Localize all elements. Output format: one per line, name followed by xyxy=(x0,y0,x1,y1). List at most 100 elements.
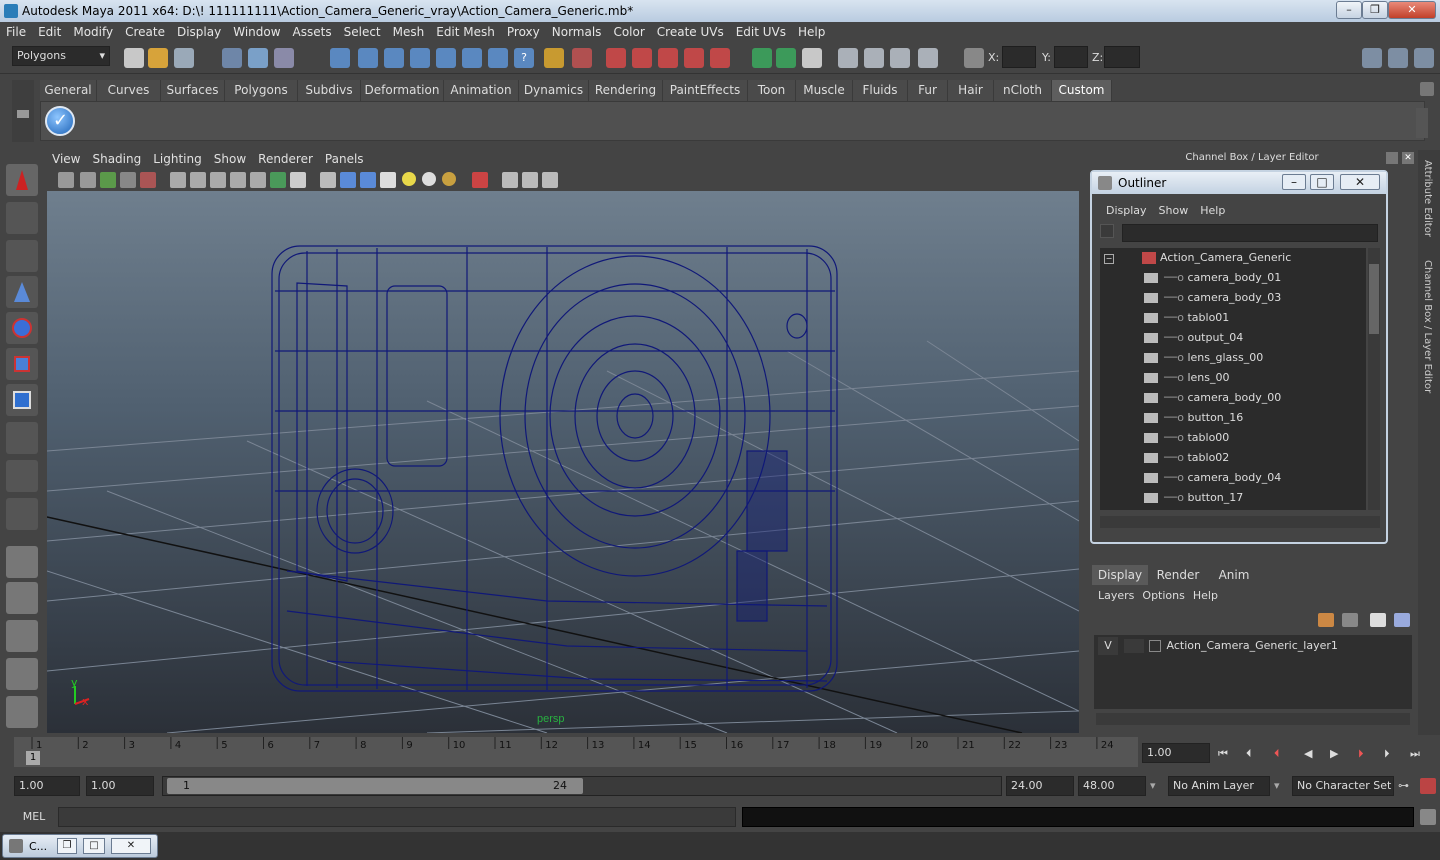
collapse-icon[interactable]: − xyxy=(1104,254,1114,264)
perspective-viewport[interactable]: persp y x xyxy=(47,191,1079,733)
shelf-tab-general[interactable]: General xyxy=(40,80,97,101)
outliner-menu-display[interactable]: Display xyxy=(1100,204,1153,217)
viewport-menu-shading[interactable]: Shading xyxy=(86,150,147,169)
show-tool-settings-icon[interactable] xyxy=(890,48,910,68)
current-time-field[interactable]: 1.00 xyxy=(1142,743,1210,763)
render-frame-icon[interactable] xyxy=(632,48,652,68)
default-light-icon[interactable] xyxy=(402,172,416,186)
outliner-close-button[interactable]: ✕ xyxy=(1340,174,1380,190)
time-slider[interactable]: 1 2 3 4 5 6 7 8 9 10 11 12 13 14 15 16 17 18 19 20 21 22 23 24 … xyxy=(0,737,1440,769)
shelf-tab-hair[interactable]: Hair xyxy=(948,80,994,101)
range-slider[interactable]: 1 24 xyxy=(162,776,1002,796)
end-time-field[interactable]: 48.00 xyxy=(1078,776,1146,796)
outliner-item[interactable]: ──o output_04 xyxy=(1144,328,1243,348)
outliner-root-row[interactable]: − Action_Camera_Generic xyxy=(1104,248,1291,268)
minimized-window[interactable]: C... ❐ □ ✕ xyxy=(2,834,158,858)
character-set-selector[interactable]: No Character Set xyxy=(1292,776,1394,796)
shelf-tab-surfaces[interactable]: Surfaces xyxy=(161,80,225,101)
last-tool-icon[interactable] xyxy=(6,498,38,530)
layer-color-swatch[interactable] xyxy=(1149,640,1161,652)
persp-graph-layout-icon[interactable] xyxy=(6,658,38,690)
camera-wireframe-model[interactable] xyxy=(271,245,838,692)
outliner-menu-help[interactable]: Help xyxy=(1194,204,1231,217)
key-icon[interactable]: ⊶ xyxy=(1398,779,1414,793)
step-forward-key-icon[interactable]: ⏵ xyxy=(1358,747,1364,761)
shelf-tab-curves[interactable]: Curves xyxy=(97,80,161,101)
close-icon[interactable]: ✕ xyxy=(111,838,151,854)
viewport-menu-panels[interactable]: Panels xyxy=(319,150,370,169)
outliner-item[interactable]: ──o camera_body_00 xyxy=(1144,388,1281,408)
viewport-menu-renderer[interactable]: Renderer xyxy=(252,150,319,169)
shelf-tab-fur[interactable]: Fur xyxy=(908,80,948,101)
show-layers-icon[interactable] xyxy=(918,48,938,68)
animation-prefs-icon[interactable] xyxy=(1420,778,1436,794)
mel-label[interactable]: MEL xyxy=(14,807,54,827)
menu-edit-mesh[interactable]: Edit Mesh xyxy=(430,22,501,42)
go-to-start-icon[interactable]: ⏮ xyxy=(1218,747,1228,761)
outliner-item[interactable]: ──o camera_body_04 xyxy=(1144,468,1281,488)
shelf-tab-subdivs[interactable]: Subdivs xyxy=(298,80,361,101)
outliner-hscroll[interactable] xyxy=(1100,516,1380,528)
filter-icon[interactable] xyxy=(1100,224,1114,238)
menu-normals[interactable]: Normals xyxy=(546,22,608,42)
layer-visibility-toggle[interactable]: V xyxy=(1098,637,1118,655)
x-field[interactable] xyxy=(1002,46,1036,68)
layer-row[interactable]: V Action_Camera_Generic_layer1 xyxy=(1098,637,1408,655)
close-button[interactable]: ✕ xyxy=(1388,1,1436,19)
new-layer-icon[interactable] xyxy=(1370,613,1386,627)
maximize-button[interactable]: ❐ xyxy=(1362,1,1388,19)
menu-help[interactable]: Help xyxy=(792,22,831,42)
smooth-shade-icon[interactable] xyxy=(340,172,356,188)
shelf-menu[interactable] xyxy=(12,80,34,142)
single-view-layout-icon[interactable] xyxy=(6,546,38,578)
safe-title-icon[interactable] xyxy=(270,172,286,188)
persp-outliner-layout-icon[interactable] xyxy=(6,620,38,652)
new-layer-selected-icon[interactable] xyxy=(1394,613,1410,627)
menu-color[interactable]: Color xyxy=(607,22,650,42)
script-editor-icon[interactable] xyxy=(1420,809,1436,825)
menu-mesh[interactable]: Mesh xyxy=(387,22,431,42)
trash-icon[interactable] xyxy=(1420,82,1434,96)
outliner-vscroll-thumb[interactable] xyxy=(1369,264,1379,334)
history-icon[interactable] xyxy=(572,48,592,68)
save-scene-icon[interactable] xyxy=(174,48,194,68)
ipr-render-icon[interactable] xyxy=(658,48,678,68)
layer-tab-render[interactable]: Render xyxy=(1150,565,1206,585)
snap-mesh-icon[interactable] xyxy=(462,48,482,68)
shelf-tab-painteffects[interactable]: PaintEffects xyxy=(663,80,748,101)
shelf-options-icon[interactable] xyxy=(17,110,29,118)
tool-settings-icon[interactable] xyxy=(1388,48,1408,68)
camera-attributes-icon[interactable] xyxy=(80,172,96,188)
timeline-track[interactable]: 1 2 3 4 5 6 7 8 9 10 11 12 13 14 15 16 17 18 19 20 21 22 23 24 … xyxy=(14,737,1138,767)
render-view-icon[interactable] xyxy=(606,48,626,68)
step-back-key-icon[interactable]: ⏴ xyxy=(1274,747,1280,761)
show-attribute-icon[interactable] xyxy=(864,48,884,68)
outliner-minimize-button[interactable]: – xyxy=(1282,174,1306,190)
menu-window[interactable]: Window xyxy=(227,22,286,42)
show-manipulator-icon[interactable] xyxy=(6,460,38,492)
custom-layout-icon[interactable] xyxy=(6,696,38,728)
outliner-item[interactable]: ──o tablo02 xyxy=(1144,448,1229,468)
outliner-item[interactable]: ──o lens_glass_00 xyxy=(1144,348,1263,368)
new-scene-icon[interactable] xyxy=(124,48,144,68)
menu-edit-uvs[interactable]: Edit UVs xyxy=(730,22,792,42)
step-back-icon[interactable]: ⏴ xyxy=(1246,747,1252,761)
menu-proxy[interactable]: Proxy xyxy=(501,22,546,42)
bookmarks-icon[interactable] xyxy=(100,172,116,188)
chevron-down-icon[interactable]: ▾ xyxy=(1274,776,1288,796)
move-tool-icon[interactable] xyxy=(6,276,38,308)
help-icon[interactable]: ? xyxy=(514,48,534,68)
minimize-button[interactable]: – xyxy=(1336,1,1362,19)
shelf-tab-custom[interactable]: Custom xyxy=(1052,80,1112,101)
select-tool-icon[interactable] xyxy=(6,164,38,196)
move-layer-up-icon[interactable] xyxy=(1318,613,1334,627)
shelf-tab-rendering[interactable]: Rendering xyxy=(589,80,663,101)
transform-field-icon[interactable] xyxy=(964,48,984,68)
command-input[interactable] xyxy=(58,807,736,827)
play-backwards-icon[interactable]: ◀ xyxy=(1304,747,1312,760)
outliner-search-input[interactable] xyxy=(1122,224,1378,242)
camera-select-icon[interactable] xyxy=(58,172,74,188)
outliner-item[interactable]: ──o button_17 xyxy=(1144,488,1243,508)
checkmark-icon[interactable]: ✓ xyxy=(45,106,75,136)
outliner-item[interactable]: ──o button_16 xyxy=(1144,408,1243,428)
